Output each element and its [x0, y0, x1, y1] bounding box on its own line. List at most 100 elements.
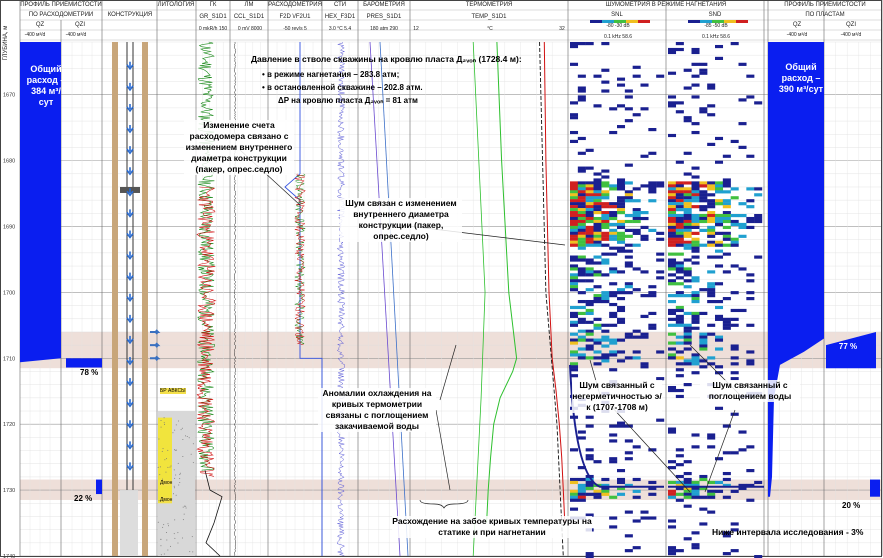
snd-cell — [675, 213, 684, 218]
snd-cell — [707, 83, 716, 87]
snd-cell — [668, 258, 677, 262]
snl-cell — [585, 492, 594, 496]
snl-cell — [570, 362, 579, 366]
snl-cell — [577, 356, 586, 360]
snl-cell — [632, 267, 641, 271]
snd-cell — [746, 323, 755, 327]
snl-cell — [617, 219, 626, 224]
snl-cell — [570, 341, 579, 345]
snl-cell — [617, 421, 626, 425]
snd-cell — [675, 291, 684, 295]
snl-cell — [570, 116, 579, 120]
snd-cell — [683, 341, 692, 345]
snd-cell — [691, 240, 700, 244]
litho-dot — [172, 432, 174, 434]
snd-cell — [699, 344, 708, 348]
snd-cell — [691, 445, 700, 449]
snl-cell — [632, 213, 641, 218]
snd-cell — [668, 234, 677, 238]
flow-arrow — [126, 251, 134, 260]
snl-cell — [585, 225, 594, 230]
snd-cell — [683, 477, 692, 482]
snl-cell — [585, 193, 594, 197]
litho-dot — [175, 449, 177, 451]
snl-cell — [617, 202, 626, 206]
litho-dot — [158, 438, 160, 440]
snd-cell — [675, 237, 684, 241]
snl-cell — [609, 495, 618, 499]
snl-cell — [624, 291, 633, 295]
snd-cell — [738, 62, 747, 66]
snl-cell — [617, 492, 626, 496]
snl-cell — [617, 83, 626, 87]
snl-cell — [577, 320, 586, 324]
snl-cell — [656, 252, 665, 256]
snd-cell — [668, 332, 677, 336]
snl-cell — [617, 211, 626, 215]
snl-cell — [577, 347, 586, 351]
snl-cell — [585, 454, 594, 458]
snl-cell — [632, 288, 641, 292]
snd-cell — [699, 62, 708, 66]
snl-cell — [585, 231, 594, 235]
snd-cell — [683, 273, 692, 277]
temp-range-max: 32 — [559, 26, 565, 32]
snl-cell — [617, 350, 626, 354]
snl-cell — [570, 480, 579, 485]
snd-cell — [715, 317, 724, 321]
snd-cell — [675, 323, 684, 327]
snl-cell — [624, 213, 633, 218]
hex-curve — [336, 41, 346, 556]
litho-dot — [181, 537, 183, 539]
snd-cell — [683, 335, 692, 339]
snl-cell — [624, 549, 633, 553]
litho-label-3: Дмон — [160, 497, 173, 503]
snd-cell — [715, 305, 724, 310]
litho-dot — [175, 494, 177, 496]
snd-cell — [668, 273, 677, 277]
snd-cell — [746, 225, 755, 230]
snd-cell — [746, 187, 755, 191]
snl-cell — [577, 190, 586, 194]
snl-cell — [577, 436, 586, 440]
snl-cell — [632, 187, 641, 191]
snd-cell — [707, 113, 716, 117]
snd-cell — [691, 320, 700, 324]
depth-tick-label: 1720 — [3, 422, 15, 428]
snl-cell — [593, 261, 602, 265]
snl-cell — [593, 350, 602, 354]
total-flow-right: Общий расход – 390 м³/сут — [778, 62, 824, 94]
snl-cell — [570, 196, 579, 200]
snd-cell — [707, 199, 716, 203]
litho-dot — [174, 429, 176, 431]
snd-cell — [707, 104, 716, 108]
snl-cell — [570, 498, 579, 502]
snl-cell — [601, 68, 610, 72]
snl-cell — [648, 184, 657, 188]
pres-curve-2 — [379, 41, 409, 557]
snd-cell — [683, 216, 692, 221]
snl-cell — [577, 279, 586, 283]
snd-cell — [675, 356, 684, 360]
snl-cell — [601, 353, 610, 357]
header-ccl-range: 0 mV 8000 — [237, 26, 263, 32]
snd-cell — [707, 332, 716, 336]
snd-cell — [683, 222, 692, 227]
snd-cell — [722, 216, 731, 221]
snd-cell — [675, 549, 684, 553]
snd-cell — [668, 341, 677, 345]
snl-cell — [593, 299, 602, 304]
snl-cell — [570, 130, 579, 135]
snd-cell — [675, 190, 684, 194]
snd-cell — [683, 205, 692, 209]
snl-cell — [632, 219, 641, 224]
litho-dot — [184, 505, 186, 507]
pres-curve — [369, 41, 401, 557]
snl-cell — [577, 270, 586, 274]
snd-cell — [691, 184, 700, 188]
snl-cell — [609, 424, 618, 428]
snd-cell — [707, 285, 716, 289]
snd-cell — [699, 335, 708, 339]
pressure-stop-text: в остановленной скважине – 202.8 атм. — [267, 83, 423, 92]
snl-cell — [601, 196, 610, 200]
